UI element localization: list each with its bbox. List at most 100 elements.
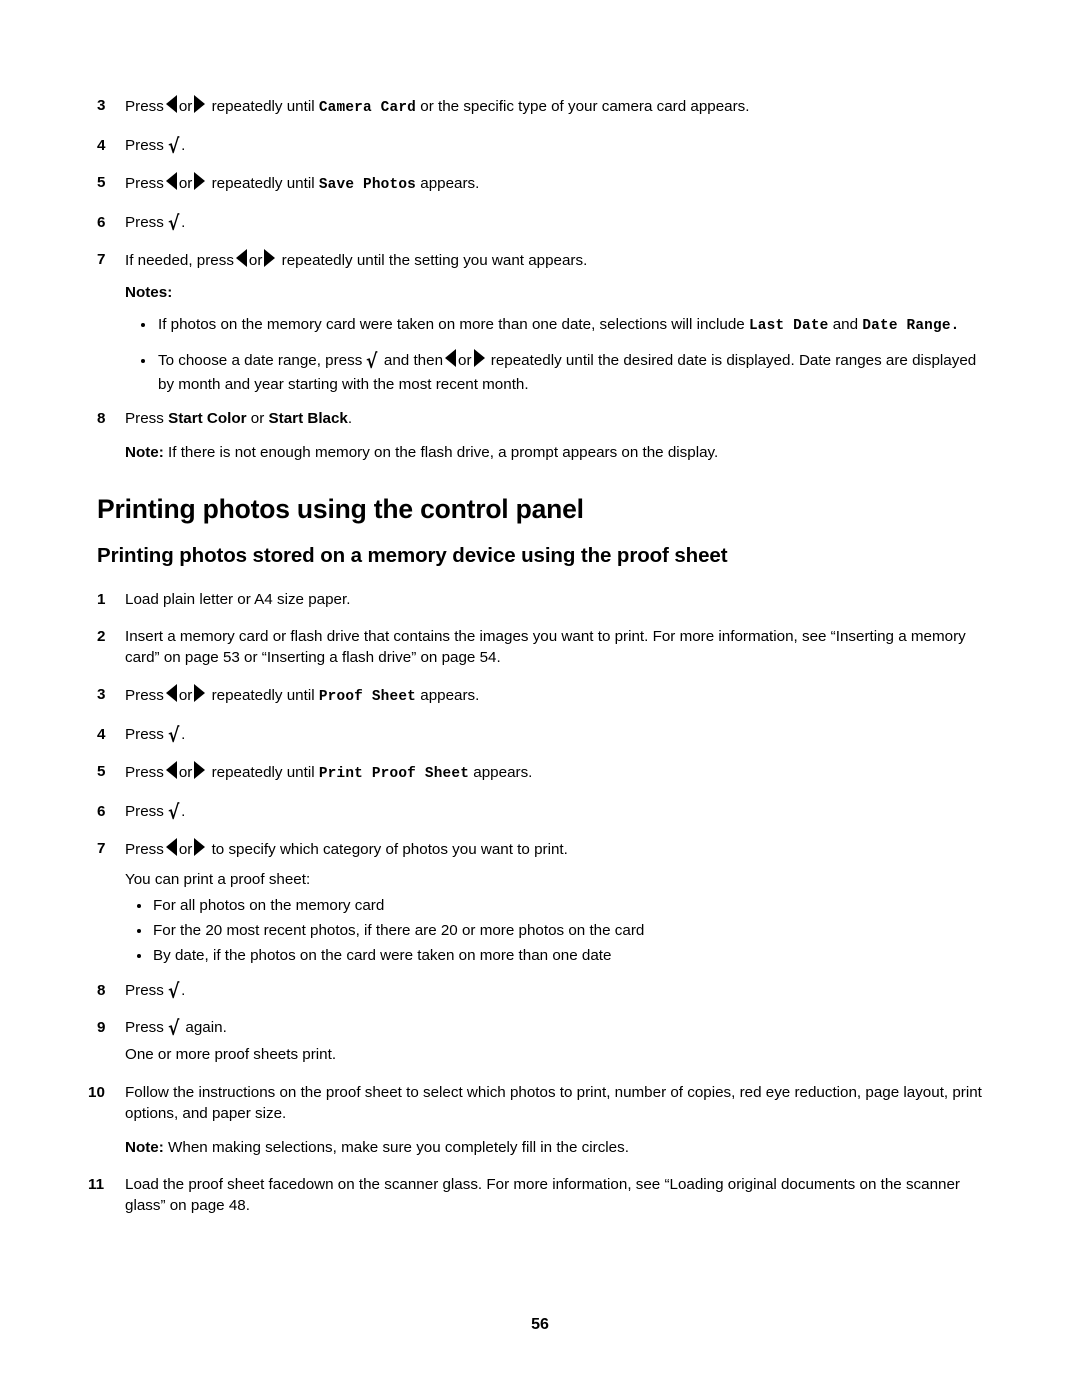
- step-number: 5: [97, 174, 106, 191]
- step-text-fragment: appears.: [473, 764, 533, 781]
- page-title: Printing photos using the control panel: [97, 494, 584, 524]
- right-arrow-icon: [473, 349, 485, 367]
- step-number: 6: [97, 803, 106, 820]
- list-item: 8 Press √.: [97, 980, 993, 1001]
- note-label: Note:: [125, 1139, 164, 1156]
- step-text-fragment: appears.: [420, 687, 480, 704]
- left-arrow-icon: [235, 249, 247, 267]
- step-number: 3: [97, 97, 106, 114]
- button-label: Start Black: [268, 410, 348, 427]
- list-item: For the 20 most recent photos, if there …: [137, 918, 993, 943]
- button-label: Start Color: [168, 410, 247, 427]
- step-text-fragment: repeatedly until: [211, 175, 315, 192]
- note-paragraph: Note: If there is not enough memory on t…: [125, 442, 993, 463]
- step-text: Press √.: [125, 134, 186, 158]
- list-item: 1 Load plain letter or A4 size paper.: [97, 589, 993, 610]
- step-text-fragment: or: [178, 175, 193, 192]
- step-text-fragment: to specify which category of photos you …: [211, 841, 568, 858]
- step-text-fragment: Press: [125, 764, 164, 781]
- step-text-fragment: Press: [125, 410, 164, 427]
- list-item: 7 Press or to specify which category of p…: [97, 838, 993, 860]
- step-number: 4: [97, 726, 106, 743]
- step-text: Press √.: [125, 211, 186, 235]
- step-text-fragment: Press: [125, 98, 164, 115]
- notes-list: If photos on the memory card were taken …: [97, 313, 993, 397]
- step-number: 9: [97, 1019, 106, 1036]
- list-item: 5 Press or repeatedly until Save Photos a…: [97, 172, 993, 196]
- left-arrow-icon: [165, 838, 177, 856]
- proof-sheet-intro: You can print a proof sheet:: [125, 871, 311, 888]
- list-item: 6 Press √.: [97, 212, 993, 233]
- page-content: 3 Press or repeatedly until Camera Card o…: [88, 95, 993, 1232]
- step-text-fragment: Press: [125, 137, 164, 154]
- step-text-fragment: .: [181, 214, 186, 231]
- step-number: 4: [97, 137, 106, 154]
- step-number: 6: [97, 214, 106, 231]
- right-arrow-icon: [194, 684, 206, 702]
- step-text-fragment: Press: [125, 1019, 164, 1036]
- list-item: 8 Press Start Color or Start Black.: [97, 408, 993, 429]
- step-text-fragment: repeatedly until: [211, 687, 315, 704]
- left-arrow-icon: [165, 172, 177, 190]
- step-text: Press or repeatedly until Camera Card or …: [125, 95, 993, 119]
- step-text-fragment: repeatedly until: [211, 764, 315, 781]
- note-text-fragment: and: [832, 316, 859, 333]
- list-item: 2 Insert a memory card or flash drive th…: [97, 626, 993, 668]
- step-text-fragment: or: [178, 98, 193, 115]
- step-text-fragment: or: [178, 764, 193, 781]
- list-item: By date, if the photos on the card were …: [137, 943, 993, 968]
- list-item: 9 Press √ again.: [97, 1017, 993, 1038]
- step-text: Press or repeatedly until Print Proof She…: [125, 761, 993, 785]
- display-code: Camera Card: [318, 100, 417, 116]
- list-item: 6 Press √.: [97, 801, 993, 822]
- display-code: Last Date: [748, 318, 829, 334]
- step-number: 5: [97, 763, 106, 780]
- step-text-fragment: .: [347, 410, 353, 427]
- note-text-fragment: .: [950, 318, 960, 334]
- step-number: 2: [97, 628, 106, 645]
- note-text-fragment: If photos on the memory card were taken …: [158, 316, 745, 333]
- left-arrow-icon: [445, 349, 457, 367]
- list-item: For all photos on the memory card: [137, 893, 993, 918]
- section-title: Printing photos stored on a memory devic…: [97, 544, 728, 567]
- step-number: 8: [97, 410, 106, 427]
- step-text: Press or to specify which category of pho…: [125, 838, 993, 860]
- step-text-fragment: Press: [125, 803, 164, 820]
- step-text: If needed, press or repeatedly until the …: [125, 249, 993, 271]
- step-text-fragment: or: [178, 687, 193, 704]
- step-text-fragment: Press: [125, 841, 164, 858]
- step-number: 3: [97, 686, 106, 703]
- step-text-fragment: or the specific type of your camera card…: [420, 98, 750, 115]
- page-number: 56: [531, 1316, 549, 1333]
- right-arrow-icon: [264, 249, 276, 267]
- step-text-fragment: Press: [125, 175, 164, 192]
- display-code: Save Photos: [318, 177, 417, 193]
- step-text-fragment: Press: [125, 982, 164, 999]
- list-item: 3 Press or repeatedly until Camera Card o…: [97, 95, 993, 119]
- step-number: 10: [88, 1084, 105, 1101]
- step-number: 1: [97, 591, 106, 608]
- step-text: Press √ again.: [125, 1016, 227, 1040]
- note-text-fragment: and then: [383, 352, 444, 369]
- display-code: Print Proof Sheet: [318, 766, 470, 782]
- step9-result-text: One or more proof sheets print.: [125, 1046, 337, 1063]
- step-text-fragment: .: [181, 726, 186, 743]
- step-number: 11: [88, 1176, 105, 1193]
- step-text-fragment: Press: [125, 726, 164, 743]
- note-text: If there is not enough memory on the fla…: [168, 444, 719, 461]
- proof-options-list: For all photos on the memory card For th…: [97, 893, 993, 968]
- step-text-fragment: or: [250, 410, 265, 427]
- list-item: To choose a date range, press √ and then o…: [141, 349, 993, 397]
- list-item: 3 Press or repeatedly until Proof Sheet a…: [97, 684, 993, 708]
- note-paragraph: Note: When making selections, make sure …: [125, 1137, 993, 1158]
- step-text: Press √.: [125, 800, 186, 824]
- step-number: 7: [97, 840, 106, 857]
- list-item: 7 If needed, press or repeatedly until th…: [97, 249, 993, 271]
- step-text-fragment: appears.: [420, 175, 480, 192]
- step-text-fragment: repeatedly until the setting you want ap…: [281, 252, 588, 269]
- step-text-fragment: again.: [185, 1019, 227, 1036]
- note-text: When making selections, make sure you co…: [168, 1139, 629, 1156]
- step-text-fragment: Press: [125, 214, 164, 231]
- left-arrow-icon: [165, 684, 177, 702]
- list-item: 10 Follow the instructions on the proof …: [88, 1082, 993, 1124]
